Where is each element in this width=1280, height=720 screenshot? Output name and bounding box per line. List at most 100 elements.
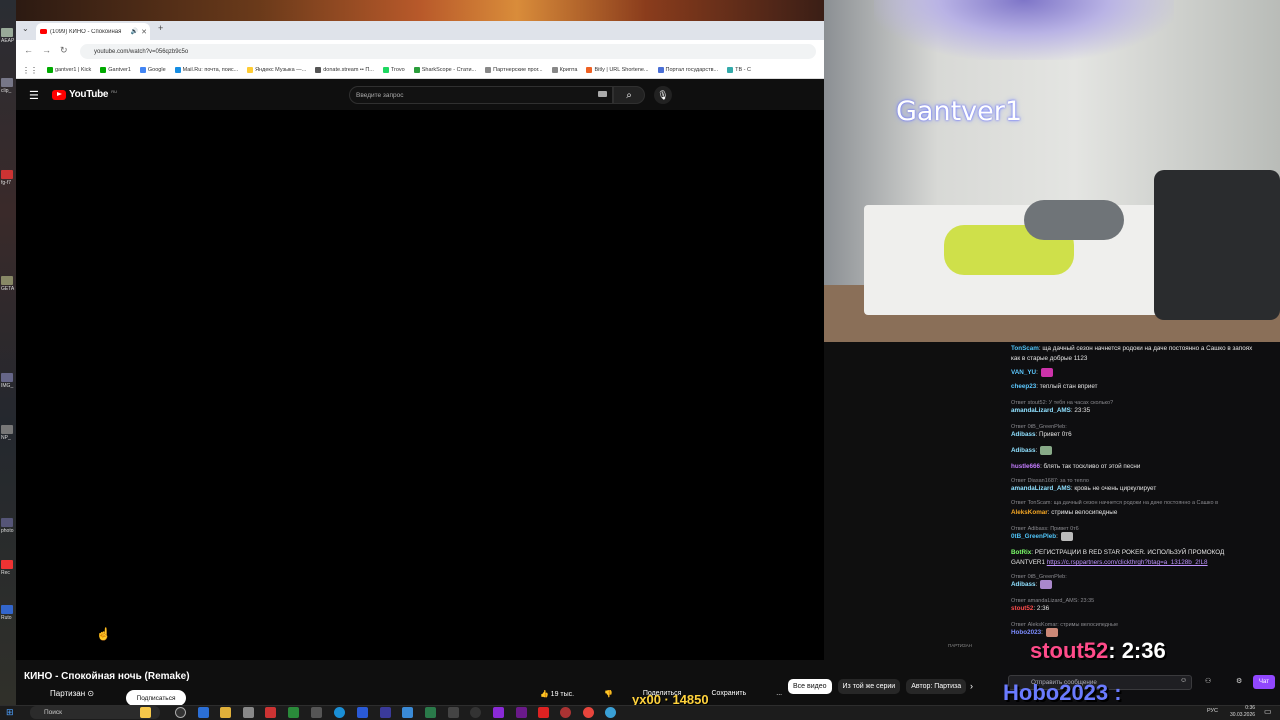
chat-link[interactable]: https://c.rsppartners.com/clickthrgh?bta… bbox=[1047, 559, 1208, 566]
forward-icon[interactable]: → bbox=[42, 45, 51, 55]
taskbar-clock[interactable]: 0:36 30.03.2026 bbox=[1230, 705, 1255, 719]
mic-icon[interactable]: 🎙 bbox=[654, 86, 672, 104]
url-field[interactable]: youtube.com/watch?v=056qzb9c5o bbox=[80, 44, 816, 59]
app-icon[interactable] bbox=[311, 707, 322, 718]
bookmark-item[interactable]: gantver1 | Kick bbox=[47, 67, 91, 73]
app-icon[interactable] bbox=[425, 707, 436, 718]
chat-emote-icon bbox=[1045, 628, 1058, 637]
copilot-icon[interactable] bbox=[140, 707, 151, 718]
bookmark-item[interactable]: donate.stream •• П... bbox=[315, 67, 374, 73]
bookmark-item[interactable]: Mail.Ru: почта, поис... bbox=[174, 67, 238, 73]
chat-username[interactable]: TonScam bbox=[1011, 345, 1039, 352]
chat-username[interactable]: VAN_YU bbox=[1011, 369, 1036, 376]
chat-username[interactable]: cheep23 bbox=[1011, 383, 1036, 390]
desktop-icon[interactable]: Ruto bbox=[1, 605, 15, 621]
chevron-right-icon[interactable]: › bbox=[970, 681, 973, 691]
desktop-icon[interactable]: GETA bbox=[1, 276, 15, 292]
bookmark-item[interactable]: ТВ - С bbox=[727, 67, 751, 73]
new-tab-button[interactable]: + bbox=[158, 23, 163, 33]
desktop-icon[interactable]: IMG_ bbox=[1, 373, 15, 389]
chat-username[interactable]: Adibass bbox=[1011, 447, 1036, 454]
keyboard-icon[interactable] bbox=[598, 91, 607, 97]
app-icon[interactable] bbox=[605, 707, 616, 718]
app-icon[interactable] bbox=[448, 707, 459, 718]
app-icon[interactable] bbox=[516, 707, 527, 718]
desktop-icon[interactable]: clip_ bbox=[1, 78, 15, 94]
chat-message: cheep23: теплый стан вприет bbox=[1011, 382, 1259, 392]
chrome-icon[interactable] bbox=[583, 707, 594, 718]
desktop-icon[interactable]: NP_ bbox=[1, 425, 15, 441]
tab-youtube[interactable]: (1099) КИНО - Спокойная 🔊 ✕ bbox=[36, 23, 150, 40]
bookmark-item[interactable]: Google bbox=[139, 67, 166, 73]
bookmark-item[interactable]: Партнерские прог... bbox=[485, 67, 543, 73]
app-icon[interactable] bbox=[357, 707, 368, 718]
like-button[interactable]: 👍 19 тыс. bbox=[540, 690, 574, 698]
emote-icon[interactable]: ☺ bbox=[1180, 677, 1187, 684]
channel-name[interactable]: Партизан ⊙ bbox=[50, 689, 94, 698]
apps-icon[interactable]: ⋮⋮ bbox=[22, 66, 38, 75]
reload-icon[interactable]: ↻ bbox=[60, 45, 68, 56]
users-icon[interactable]: ⚇ bbox=[1205, 677, 1211, 685]
close-tab-icon[interactable]: ✕ bbox=[141, 28, 150, 36]
app-icon[interactable] bbox=[402, 707, 413, 718]
chip-all-videos[interactable]: Все видео bbox=[788, 679, 832, 694]
chat-username[interactable]: hustle666 bbox=[1011, 463, 1040, 470]
app-icon[interactable] bbox=[243, 707, 254, 718]
chat-username[interactable]: amandaLizard_AMS bbox=[1011, 485, 1071, 492]
search-input[interactable]: Введите запрос bbox=[349, 86, 613, 104]
more-button[interactable]: ... bbox=[776, 690, 782, 698]
search-icon: ⌕ bbox=[626, 89, 632, 101]
chat-send-button[interactable]: Чат bbox=[1253, 675, 1275, 689]
task-view-icon[interactable] bbox=[175, 707, 186, 718]
subscribe-button[interactable]: Подписаться bbox=[126, 690, 186, 706]
bookmark-item[interactable]: SharkScope - Стати... bbox=[413, 67, 476, 73]
chat-username[interactable]: BotRix bbox=[1011, 549, 1031, 556]
bookmark-label: Trovo bbox=[390, 67, 405, 73]
gear-icon[interactable]: ⚙ bbox=[1236, 677, 1242, 685]
bookmark-item[interactable]: Яндекс Музыка —... bbox=[247, 67, 306, 73]
chat-username[interactable]: Hobo2023 bbox=[1011, 629, 1041, 636]
bookmark-item[interactable]: Gantver1 bbox=[100, 67, 131, 73]
webcam-light bbox=[874, 0, 1174, 60]
back-icon[interactable]: ← bbox=[24, 45, 33, 55]
app-icon[interactable] bbox=[380, 707, 391, 718]
chip-same-series[interactable]: Из той же серии bbox=[837, 679, 901, 694]
menu-icon[interactable]: ☰ bbox=[29, 89, 39, 102]
yandex-icon[interactable] bbox=[538, 707, 549, 718]
language-indicator[interactable]: РУС bbox=[1207, 708, 1218, 714]
video-player[interactable] bbox=[16, 110, 824, 660]
desktop-icon[interactable]: fg-f7 bbox=[1, 170, 15, 186]
folder-icon[interactable] bbox=[220, 707, 231, 718]
chat-message: hustle666: блять так тоскливо от этой пе… bbox=[1011, 462, 1259, 472]
notification-icon[interactable]: ▭ bbox=[1264, 707, 1272, 716]
desktop-icon[interactable]: photo bbox=[1, 518, 15, 534]
chat-username[interactable]: amandaLizard_AMS bbox=[1011, 407, 1071, 414]
search-button[interactable]: ⌕ bbox=[613, 86, 645, 104]
desktop-icon[interactable]: Rec bbox=[1, 560, 15, 576]
chat-username[interactable]: Adibass bbox=[1011, 431, 1036, 438]
bookmark-item[interactable]: Trovo bbox=[382, 67, 405, 73]
aida64-icon[interactable] bbox=[265, 707, 276, 718]
app-icon[interactable] bbox=[334, 707, 345, 718]
like-count: 19 тыс. bbox=[550, 691, 575, 698]
tab-search-icon[interactable]: ⌄ bbox=[22, 24, 29, 33]
app-icon[interactable] bbox=[493, 707, 504, 718]
app-icon[interactable] bbox=[470, 707, 481, 718]
edge-icon[interactable] bbox=[198, 707, 209, 718]
app-icon[interactable] bbox=[560, 707, 571, 718]
chip-author[interactable]: Автор: Партиза bbox=[906, 679, 967, 694]
app-icon[interactable] bbox=[288, 707, 299, 718]
save-button[interactable]: Сохранить bbox=[711, 690, 746, 698]
bookmark-item[interactable]: Портал государств... bbox=[657, 67, 718, 73]
chat-username[interactable]: Adibass bbox=[1011, 581, 1036, 588]
desktop-icon[interactable]: AEAP bbox=[1, 28, 15, 44]
chat-username[interactable]: stout52 bbox=[1011, 605, 1033, 612]
bookmark-item[interactable]: Bitly | URL Shortene... bbox=[586, 67, 649, 73]
chat-username[interactable]: AleksKomar bbox=[1011, 509, 1048, 516]
dislike-icon[interactable]: 👎 bbox=[604, 690, 613, 698]
speaker-icon[interactable]: 🔊 bbox=[131, 28, 138, 35]
youtube-logo[interactable]: YouTube RU bbox=[52, 89, 117, 100]
chat-username[interactable]: 0tB_GreenPleb bbox=[1011, 533, 1056, 540]
windows-start-icon[interactable]: ⊞ bbox=[6, 707, 14, 718]
bookmark-item[interactable]: Крипта bbox=[551, 67, 577, 73]
